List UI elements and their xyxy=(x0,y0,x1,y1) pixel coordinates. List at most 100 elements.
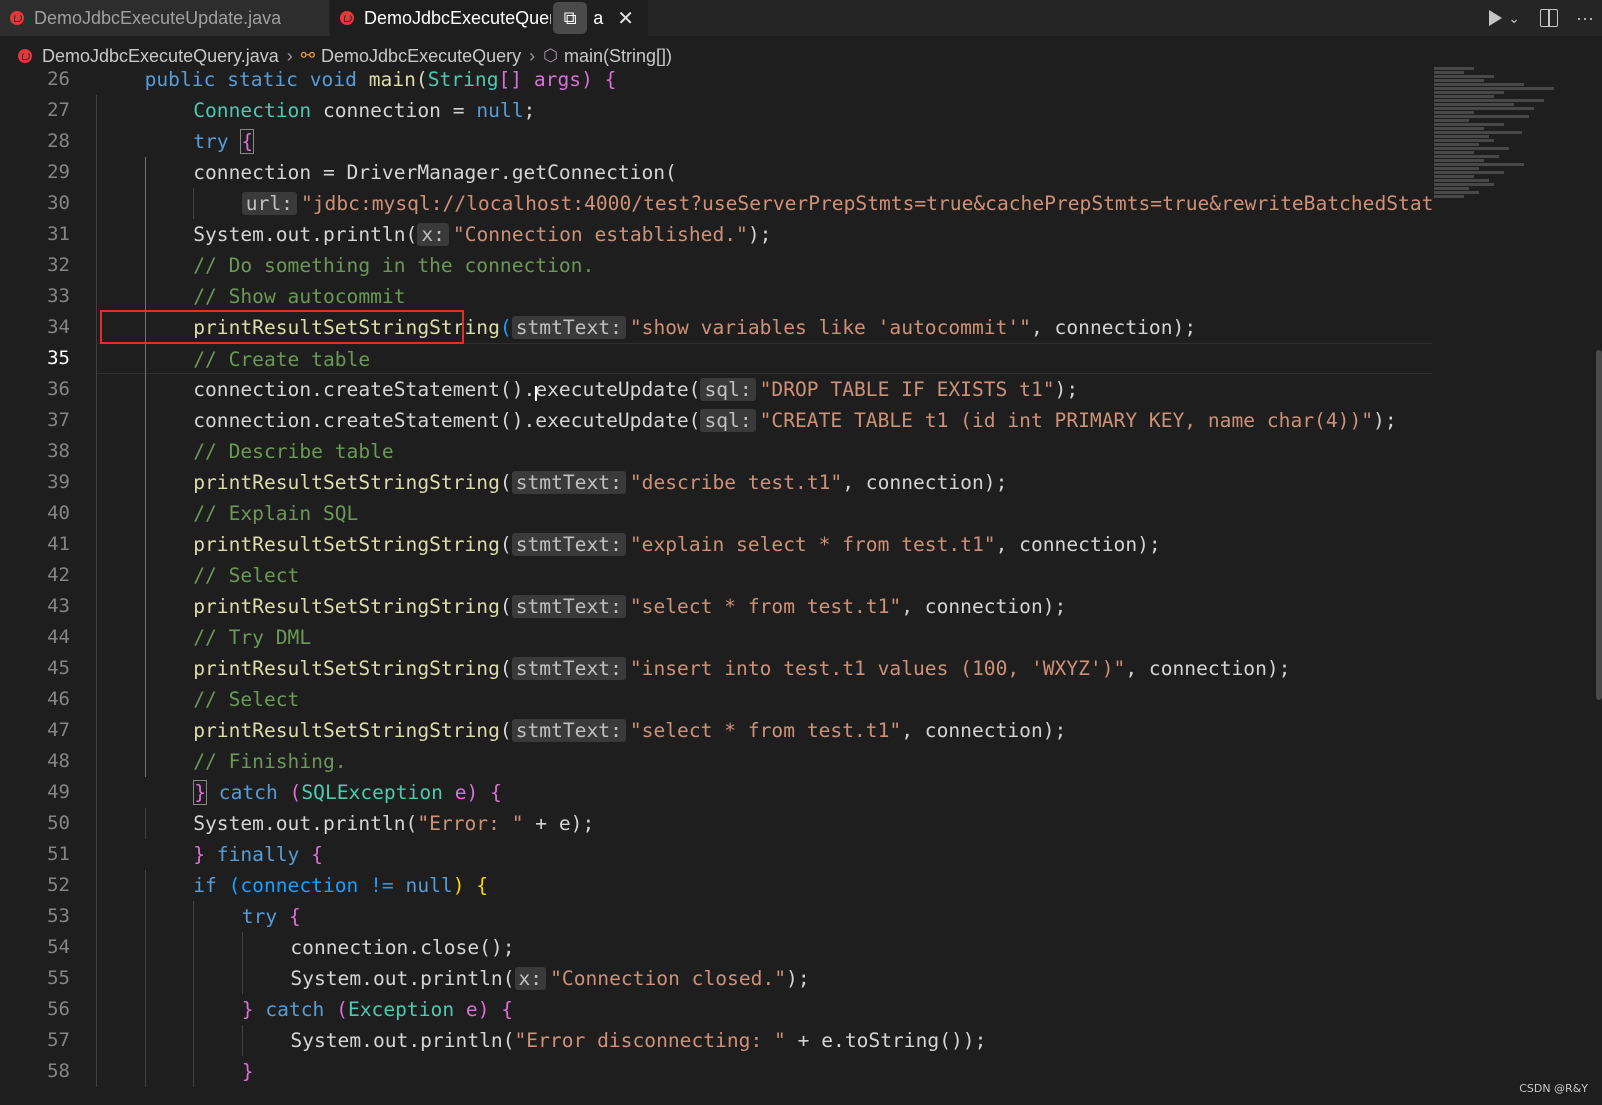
code-line[interactable]: printResultSetStringString(stmtText: "ins… xyxy=(96,653,1432,684)
tab-label: DemoJdbcExecuteQuer xyxy=(364,7,552,28)
line-number: 55 xyxy=(47,967,70,989)
code-line[interactable]: connection = DriverManager.getConnection… xyxy=(96,157,1432,188)
line-number: 50 xyxy=(47,812,70,834)
line-number: 31 xyxy=(47,223,70,245)
minimap-line xyxy=(1434,99,1544,102)
line-number: 38 xyxy=(47,440,70,462)
minimap-line xyxy=(1434,183,1494,186)
minimap-line xyxy=(1434,143,1479,146)
code-line[interactable]: url: "jdbc:mysql://localhost:4000/test?us… xyxy=(96,188,1432,219)
vertical-scrollbar[interactable] xyxy=(1596,350,1602,700)
java-file-icon xyxy=(18,49,32,63)
watermark: CSDN @R&Y xyxy=(1519,1082,1588,1095)
code-line-current[interactable]: // Create table xyxy=(96,343,1432,375)
tab-demojdbcexecuteupdate[interactable]: DemoJdbcExecuteUpdate.java xyxy=(0,0,330,36)
minimap-line xyxy=(1434,115,1529,118)
method-icon: ⬡ xyxy=(543,46,558,65)
code-line[interactable]: System.out.println(x: "Connection closed.… xyxy=(96,963,1432,994)
code-line[interactable]: printResultSetStringString(stmtText: "exp… xyxy=(96,529,1432,560)
minimap-line xyxy=(1434,103,1514,106)
parameter-hint: stmtText: xyxy=(511,657,626,680)
minimap-line xyxy=(1434,179,1489,182)
minimap-line xyxy=(1434,159,1484,162)
editor-tab-bar: DemoJdbcExecuteUpdate.java DemoJdbcExecu… xyxy=(0,0,1602,36)
code-line[interactable]: printResultSetStringString(stmtText: "sel… xyxy=(96,591,1432,622)
minimap-line xyxy=(1434,95,1494,98)
code-line[interactable]: System.out.println("Error disconnecting:… xyxy=(96,1025,1432,1056)
parameter-hint: stmtText: xyxy=(511,595,626,618)
minimap-line xyxy=(1434,155,1499,158)
tab-demojdbcexecutequery[interactable]: DemoJdbcExecuteQuer ⧉ a ✕ xyxy=(330,0,648,36)
line-number: 27 xyxy=(47,99,70,121)
code-line[interactable]: connection.createStatement().executeUpda… xyxy=(96,374,1432,405)
code-line[interactable]: // Do something in the connection. xyxy=(96,250,1432,281)
popout-icon[interactable]: ⧉ xyxy=(553,2,588,34)
minimap-line xyxy=(1434,187,1469,190)
minimap-line xyxy=(1434,67,1474,70)
line-number: 47 xyxy=(47,719,70,741)
code-line[interactable]: System.out.println(x: "Connection establi… xyxy=(96,219,1432,250)
line-number: 26 xyxy=(47,68,70,90)
minimap-line xyxy=(1434,191,1479,194)
code-line[interactable]: // Explain SQL xyxy=(96,498,1432,529)
line-number: 53 xyxy=(47,905,70,927)
line-number: 32 xyxy=(47,254,70,276)
code-line[interactable]: } finally { xyxy=(96,839,1432,870)
code-line[interactable]: connection.close(); xyxy=(96,932,1432,963)
code-line[interactable]: // Show autocommit xyxy=(96,281,1432,312)
parameter-hint: x: xyxy=(417,223,449,246)
line-number: 42 xyxy=(47,564,70,586)
run-icon[interactable] xyxy=(1489,10,1503,26)
line-number: 30 xyxy=(47,192,70,214)
line-number: 40 xyxy=(47,502,70,524)
line-number: 33 xyxy=(47,285,70,307)
code-line[interactable]: } xyxy=(96,1056,1432,1087)
close-icon[interactable]: ✕ xyxy=(617,6,634,31)
minimap-line xyxy=(1434,135,1489,138)
line-number: 41 xyxy=(47,533,70,555)
parameter-hint: stmtText: xyxy=(511,316,626,339)
split-editor-icon[interactable] xyxy=(1540,9,1559,27)
minimap-line xyxy=(1434,87,1554,90)
more-icon[interactable]: ··· xyxy=(1576,8,1594,29)
line-number: 58 xyxy=(47,1060,70,1082)
minimap-line xyxy=(1434,75,1494,78)
parameter-hint: sql: xyxy=(700,409,756,432)
code-line[interactable]: if (connection != null) { xyxy=(96,870,1432,901)
line-number: 51 xyxy=(47,843,70,865)
tab-label-tail: a xyxy=(593,7,604,28)
java-file-icon xyxy=(10,11,24,25)
line-number: 36 xyxy=(47,378,70,400)
parameter-hint: url: xyxy=(241,192,297,215)
code-line[interactable]: try { xyxy=(96,126,1432,157)
code-line[interactable]: // Describe table xyxy=(96,436,1432,467)
minimap-line xyxy=(1434,139,1494,142)
line-number: 43 xyxy=(47,595,70,617)
code-line[interactable]: Connection connection = null; xyxy=(96,95,1432,126)
code-line[interactable]: System.out.println("Error: " + e); xyxy=(96,808,1432,839)
code-line[interactable]: printResultSetStringString(stmtText: "sel… xyxy=(96,715,1432,746)
code-line[interactable]: // Finishing. xyxy=(96,746,1432,777)
minimap[interactable] xyxy=(1434,66,1570,1105)
code-line[interactable]: connection.createStatement().executeUpda… xyxy=(96,405,1432,436)
code-line[interactable]: printResultSetStringString(stmtText: "des… xyxy=(96,467,1432,498)
code-line[interactable]: printResultSetStringString(stmtText: "sho… xyxy=(96,312,1432,343)
code-area[interactable]: public static void main(String[] args) {… xyxy=(96,64,1432,1087)
code-line[interactable]: } catch (Exception e) { xyxy=(96,994,1432,1025)
minimap-line xyxy=(1434,151,1474,154)
minimap-line xyxy=(1434,163,1524,166)
line-number: 56 xyxy=(47,998,70,1020)
parameter-hint: stmtText: xyxy=(511,719,626,742)
code-line[interactable]: // Try DML xyxy=(96,622,1432,653)
line-number: 37 xyxy=(47,409,70,431)
code-line[interactable]: try { xyxy=(96,901,1432,932)
line-number: 35 xyxy=(47,347,70,369)
code-line[interactable]: public static void main(String[] args) { xyxy=(96,64,1432,95)
code-line[interactable]: // Select xyxy=(96,684,1432,715)
code-line[interactable]: } catch (SQLException e) { xyxy=(96,777,1432,808)
code-editor[interactable]: 26 27 28 29 30 31 32 33 34 35 36 37 38 39 40 41 42 43 44 45… xyxy=(0,64,1432,1105)
line-number: 46 xyxy=(47,688,70,710)
minimap-line xyxy=(1434,111,1474,114)
chevron-down-icon[interactable]: ⌄ xyxy=(1508,10,1520,27)
code-line[interactable]: // Select xyxy=(96,560,1432,591)
